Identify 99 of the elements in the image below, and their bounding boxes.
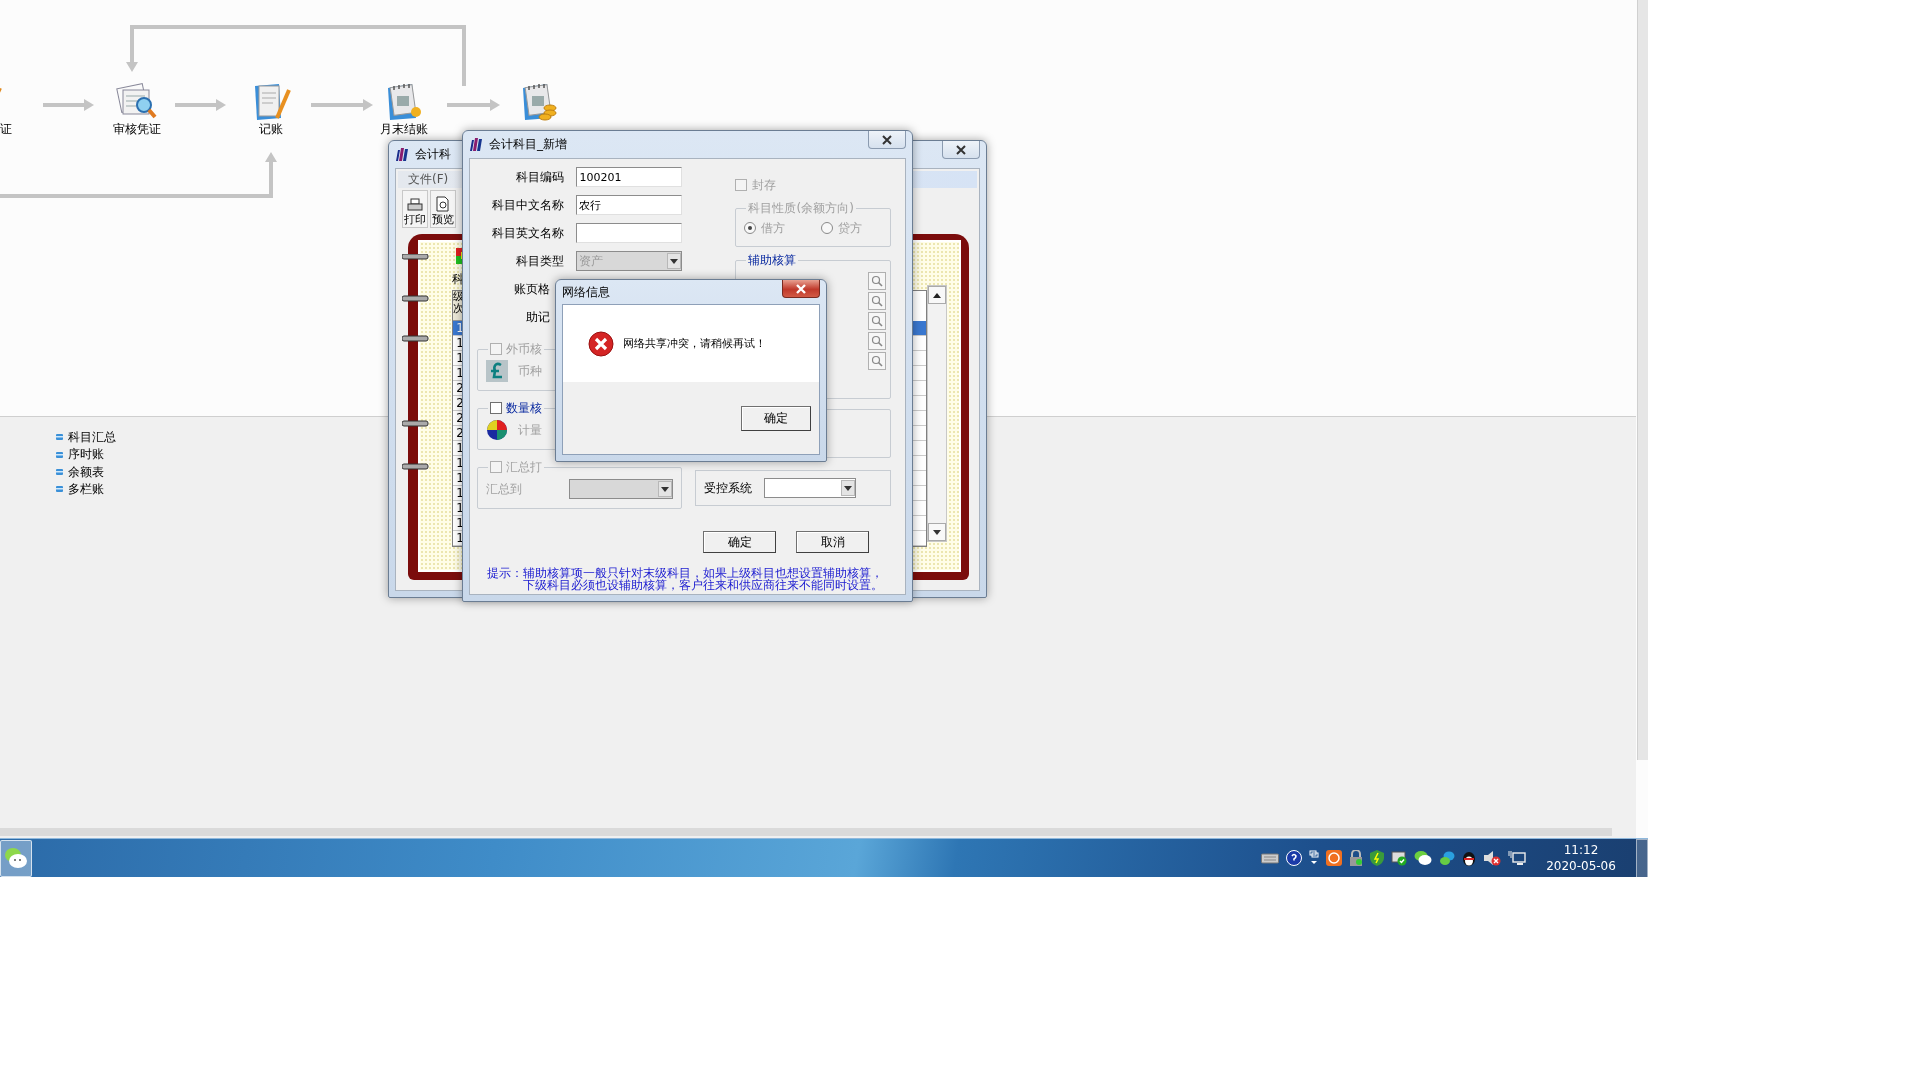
books-icon xyxy=(395,147,409,162)
connector-arrow xyxy=(43,99,94,111)
search-button[interactable] xyxy=(868,272,886,290)
search-button[interactable] xyxy=(868,292,886,310)
page-label: 科 xyxy=(452,272,464,286)
connector-arrow xyxy=(311,99,373,111)
pie-chart-icon xyxy=(486,419,508,441)
close-button[interactable] xyxy=(942,141,980,159)
taskbar-app-button[interactable] xyxy=(0,839,32,877)
show-desktop-button[interactable] xyxy=(1636,838,1648,877)
bullet-icon xyxy=(56,451,63,458)
report-link[interactable]: 余额表 xyxy=(68,464,104,480)
error-icon xyxy=(588,330,614,357)
bullet-icon xyxy=(56,434,63,441)
step-label: 证 xyxy=(0,122,12,137)
search-icon xyxy=(871,295,883,307)
report-link[interactable]: 序时账 xyxy=(68,447,104,462)
help-icon[interactable] xyxy=(1286,850,1302,866)
checkbox-label: 封存 xyxy=(752,177,777,193)
bullet-icon xyxy=(56,468,63,475)
field-label: 科目英文名称 xyxy=(492,225,564,240)
message-text: 网络共享冲突，请稍候再试！ xyxy=(623,336,766,351)
document-magnifier-icon xyxy=(436,195,450,212)
caret-icon xyxy=(661,486,670,492)
field-label: 汇总到 xyxy=(486,481,522,497)
checkbox[interactable] xyxy=(735,179,748,191)
chat-bubbles-icon xyxy=(4,847,28,869)
chat-icon[interactable] xyxy=(1439,850,1455,866)
chat-bubbles-icon[interactable] xyxy=(1414,850,1432,866)
radio-label: 贷方 xyxy=(838,220,863,236)
shield-icon[interactable] xyxy=(1370,850,1384,866)
dialog-button[interactable]: 取消 xyxy=(796,531,869,553)
connector-arrow xyxy=(447,99,500,111)
step-label: 记账 xyxy=(258,122,284,137)
dialog-title: 会计科目_新增 xyxy=(489,137,567,152)
check-icon[interactable] xyxy=(1391,850,1407,866)
close-button[interactable] xyxy=(868,131,906,149)
group-title: 科目性质(余额方向) xyxy=(747,201,855,215)
vertical-scrollbar[interactable] xyxy=(1637,0,1648,760)
close-icon xyxy=(795,283,807,294)
books-icon xyxy=(469,137,483,152)
printer-icon xyxy=(407,197,423,212)
network-icon[interactable] xyxy=(1508,850,1526,866)
report-link[interactable]: 科目汇总 xyxy=(68,430,116,445)
close-icon xyxy=(881,134,893,145)
close-icon xyxy=(955,144,967,155)
speaker-muted-icon[interactable] xyxy=(1483,850,1501,866)
message-title: 网络信息 xyxy=(562,284,610,300)
input-field[interactable] xyxy=(576,223,683,243)
field-label: 助记 xyxy=(526,309,550,324)
hint-text: 提示：辅助核算项一般只针对末级科目，如果上级科目也想设置辅助核算， 下级科目必须也设辅助核算，客户往来和供应商往来不能同时设置。 xyxy=(486,567,884,591)
dropdown[interactable] xyxy=(569,479,674,499)
step-label: 审核凭证 xyxy=(112,122,162,137)
checkbox-label: 外币核 xyxy=(506,342,542,356)
dialog-button[interactable]: 确定 xyxy=(703,531,776,553)
field-label: 计量 xyxy=(518,422,542,438)
connector-arrow xyxy=(175,99,226,111)
search-icon xyxy=(871,335,883,347)
menu-item[interactable]: 文件(F) xyxy=(408,172,449,187)
arrow-up-icon xyxy=(933,292,941,298)
checkbox[interactable] xyxy=(490,402,502,414)
clock-date: 2020-05-06 xyxy=(1545,858,1617,874)
lock-icon[interactable] xyxy=(1349,850,1363,866)
search-icon xyxy=(871,315,883,327)
penguin-icon[interactable] xyxy=(1462,850,1476,866)
keyboard-icon[interactable] xyxy=(1261,852,1279,864)
search-icon xyxy=(871,275,883,287)
field-label: 受控系统 xyxy=(704,480,753,496)
close-button[interactable] xyxy=(782,280,820,298)
field-label: 币种 xyxy=(518,363,542,379)
field-label: 账页格 xyxy=(514,281,550,296)
checkbox-label: 数量核 xyxy=(506,401,542,415)
ok-button[interactable]: 确定 xyxy=(741,405,811,431)
caret-icon xyxy=(844,485,853,491)
scrollbar[interactable] xyxy=(927,285,947,542)
step-label: 月末结账 xyxy=(379,122,429,137)
bullet-icon xyxy=(56,486,63,493)
app-icon[interactable] xyxy=(1326,850,1342,866)
field-label: 科目编码 xyxy=(516,169,564,184)
search-button[interactable] xyxy=(868,352,886,370)
preview-button[interactable]: 预览 xyxy=(430,190,456,228)
field-label: 科目中文名称 xyxy=(492,197,564,212)
currency-icon xyxy=(486,360,508,382)
input-field[interactable]: 100201 xyxy=(576,167,683,187)
search-icon xyxy=(871,355,883,367)
radio-label: 借方 xyxy=(761,220,786,236)
input-field[interactable]: 农行 xyxy=(576,195,683,215)
field-label: 科目类型 xyxy=(516,253,564,268)
dropdown[interactable] xyxy=(764,478,857,498)
clock-time: 11:12 xyxy=(1562,842,1600,858)
search-button[interactable] xyxy=(868,312,886,330)
checkbox-label: 汇总打 xyxy=(506,460,542,474)
window-title: 会计科 xyxy=(415,147,451,162)
group-title: 辅助核算 xyxy=(747,253,798,267)
caret-icon xyxy=(670,258,679,264)
print-button[interactable]: 打印 xyxy=(402,190,428,228)
search-button[interactable] xyxy=(868,332,886,350)
caret-icon xyxy=(933,529,941,535)
report-link[interactable]: 多栏账 xyxy=(68,482,104,497)
